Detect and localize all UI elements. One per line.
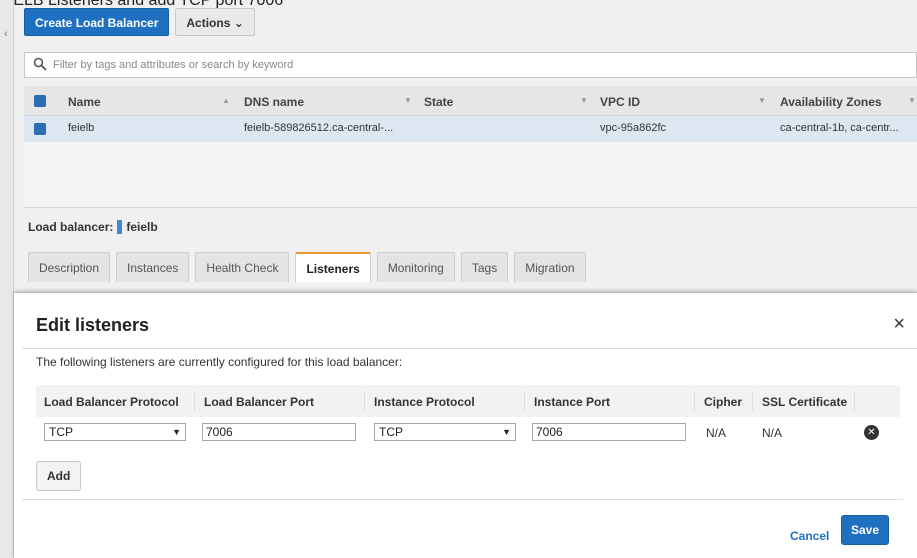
- column-separator: [524, 391, 525, 411]
- table-row[interactable]: feielb feielb-589826512.ca-central-... v…: [24, 116, 917, 142]
- header-vpc-id[interactable]: VPC ID: [600, 95, 640, 109]
- create-load-balancer-button[interactable]: Create Load Balancer: [24, 8, 170, 36]
- column-separator: [752, 391, 753, 411]
- ssl-certificate-value: N/A: [762, 426, 783, 440]
- sort-icon[interactable]: ▼: [404, 96, 412, 105]
- lb-protocol-select[interactable]: TCP ▼: [44, 423, 186, 441]
- close-icon[interactable]: ×: [893, 313, 905, 336]
- tab-listeners[interactable]: Listeners: [295, 252, 371, 282]
- lb-port-input[interactable]: 7006: [202, 423, 356, 441]
- col-lb-protocol: Load Balancer Protocol: [44, 395, 179, 409]
- header-state[interactable]: State: [424, 95, 453, 109]
- selected-load-balancer-name: feielb: [126, 220, 158, 234]
- tab-instances[interactable]: Instances: [116, 252, 190, 282]
- tab-health-check[interactable]: Health Check: [195, 252, 290, 282]
- listeners-table: Load Balancer Protocol Load Balancer Por…: [36, 385, 900, 447]
- table-empty-area: [24, 142, 917, 208]
- chevron-down-icon: ▼: [502, 427, 511, 437]
- modal-description: The following listeners are currently co…: [36, 355, 403, 369]
- column-separator: [854, 391, 855, 411]
- selected-load-balancer-label: Load balancer: feielb: [28, 220, 158, 234]
- col-instance-port: Instance Port: [534, 395, 611, 409]
- edit-listeners-modal: Edit listeners × The following listeners…: [14, 292, 917, 558]
- col-lb-port: Load Balancer Port: [204, 395, 315, 409]
- listeners-table-header: Load Balancer Protocol Load Balancer Por…: [36, 385, 900, 417]
- select-all-checkbox[interactable]: [34, 95, 46, 107]
- lb-protocol-value: TCP: [49, 425, 73, 439]
- header-name[interactable]: Name: [68, 95, 101, 109]
- add-listener-button[interactable]: Add: [36, 461, 82, 491]
- load-balancer-prefix: Load balancer:: [28, 220, 114, 234]
- instance-protocol-value: TCP: [379, 425, 403, 439]
- tab-monitoring[interactable]: Monitoring: [376, 252, 455, 282]
- row-name: feielb: [68, 122, 95, 134]
- row-availability-zones: ca-central-1b, ca-centr...: [780, 122, 899, 134]
- footer-divider: [22, 499, 903, 500]
- search-bar[interactable]: Filter by tags and attributes or search …: [24, 52, 917, 78]
- modal-divider: [22, 348, 917, 349]
- cipher-value: N/A: [706, 426, 727, 440]
- column-separator: [194, 391, 195, 411]
- instance-protocol-select[interactable]: TCP ▼: [374, 423, 516, 441]
- cancel-button[interactable]: Cancel: [790, 529, 829, 543]
- modal-title: Edit listeners: [36, 315, 150, 335]
- header-availability-zones[interactable]: Availability Zones: [780, 95, 882, 109]
- header-dns-name[interactable]: DNS name: [244, 95, 304, 109]
- save-button[interactable]: Save: [841, 515, 890, 545]
- col-instance-protocol: Instance Protocol: [374, 395, 475, 409]
- remove-listener-icon[interactable]: ✕: [864, 425, 879, 440]
- detail-tabs: Description Instances Health Check Liste…: [28, 252, 586, 282]
- sort-icon[interactable]: ▼: [908, 96, 916, 105]
- search-placeholder: Filter by tags and attributes or search …: [53, 59, 294, 71]
- actions-dropdown-button[interactable]: Actions ⌄: [175, 8, 255, 36]
- collapse-arrow-icon[interactable]: ‹: [4, 28, 8, 40]
- column-separator: [364, 391, 365, 411]
- load-balancer-table: Name ▲ DNS name ▼ State ▼ VPC ID ▼ Avail…: [24, 86, 917, 142]
- selection-indicator: [117, 220, 123, 234]
- sort-icon[interactable]: ▼: [758, 96, 766, 105]
- instance-port-input[interactable]: 7006: [532, 423, 686, 441]
- row-dns-name: feielb-589826512.ca-central-...: [244, 122, 394, 134]
- column-separator: [694, 391, 695, 411]
- toolbar: Create Load Balancer Actions ⌄: [24, 8, 255, 40]
- tab-migration[interactable]: Migration: [514, 252, 586, 282]
- sort-icon[interactable]: ▼: [580, 96, 588, 105]
- chevron-down-icon: ▼: [172, 427, 181, 437]
- search-icon: [33, 57, 47, 71]
- tab-description[interactable]: Description: [28, 252, 111, 282]
- row-vpc-id: vpc-95a862fc: [600, 122, 667, 134]
- left-collapse-edge[interactable]: ‹: [0, 0, 14, 558]
- tab-tags[interactable]: Tags: [460, 252, 509, 282]
- sort-asc-icon[interactable]: ▲: [222, 96, 230, 105]
- row-checkbox[interactable]: [34, 123, 46, 135]
- col-cipher: Cipher: [704, 395, 743, 409]
- table-header: Name ▲ DNS name ▼ State ▼ VPC ID ▼ Avail…: [24, 86, 917, 116]
- col-ssl-certificate: SSL Certificate: [762, 395, 848, 409]
- listener-row: TCP ▼ 7006 TCP ▼ 7006 N/A N/A ✕: [36, 417, 900, 447]
